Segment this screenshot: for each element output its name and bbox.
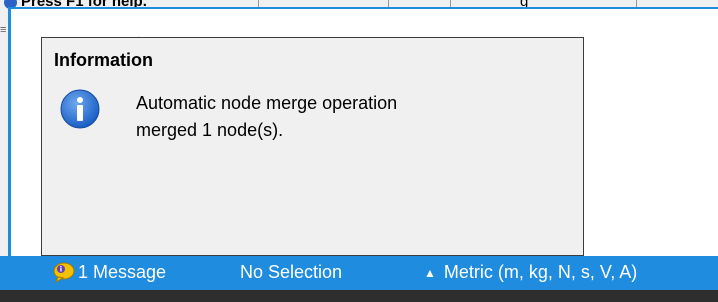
svg-text:i: i bbox=[60, 266, 62, 274]
bottom-strip bbox=[0, 290, 718, 302]
triangle-up-icon: ▲ bbox=[424, 266, 436, 281]
popup-message-line: merged 1 node(s). bbox=[136, 120, 284, 140]
gutter-icon: ≡ bbox=[0, 24, 7, 36]
status-bar: i 1 Message No Selection ▲ Metric (m, kg,… bbox=[0, 256, 718, 290]
popup-message: Automatic node merge operation merged 1 … bbox=[136, 90, 536, 144]
unit-system-selector[interactable]: ▲ Metric (m, kg, N, s, V, A) bbox=[424, 262, 637, 283]
popup-title: Information bbox=[54, 50, 153, 70]
unit-system-label: Metric (m, kg, N, s, V, A) bbox=[443, 262, 638, 282]
message-icon[interactable]: i bbox=[52, 260, 76, 284]
messages-count-link[interactable]: 1 Message bbox=[78, 262, 166, 283]
popup-message-line: Automatic node merge operation bbox=[136, 93, 398, 113]
info-icon bbox=[60, 89, 100, 129]
selection-status: No Selection bbox=[240, 262, 343, 282]
information-popup[interactable]: Information Automatic node merge operati… bbox=[41, 37, 584, 256]
